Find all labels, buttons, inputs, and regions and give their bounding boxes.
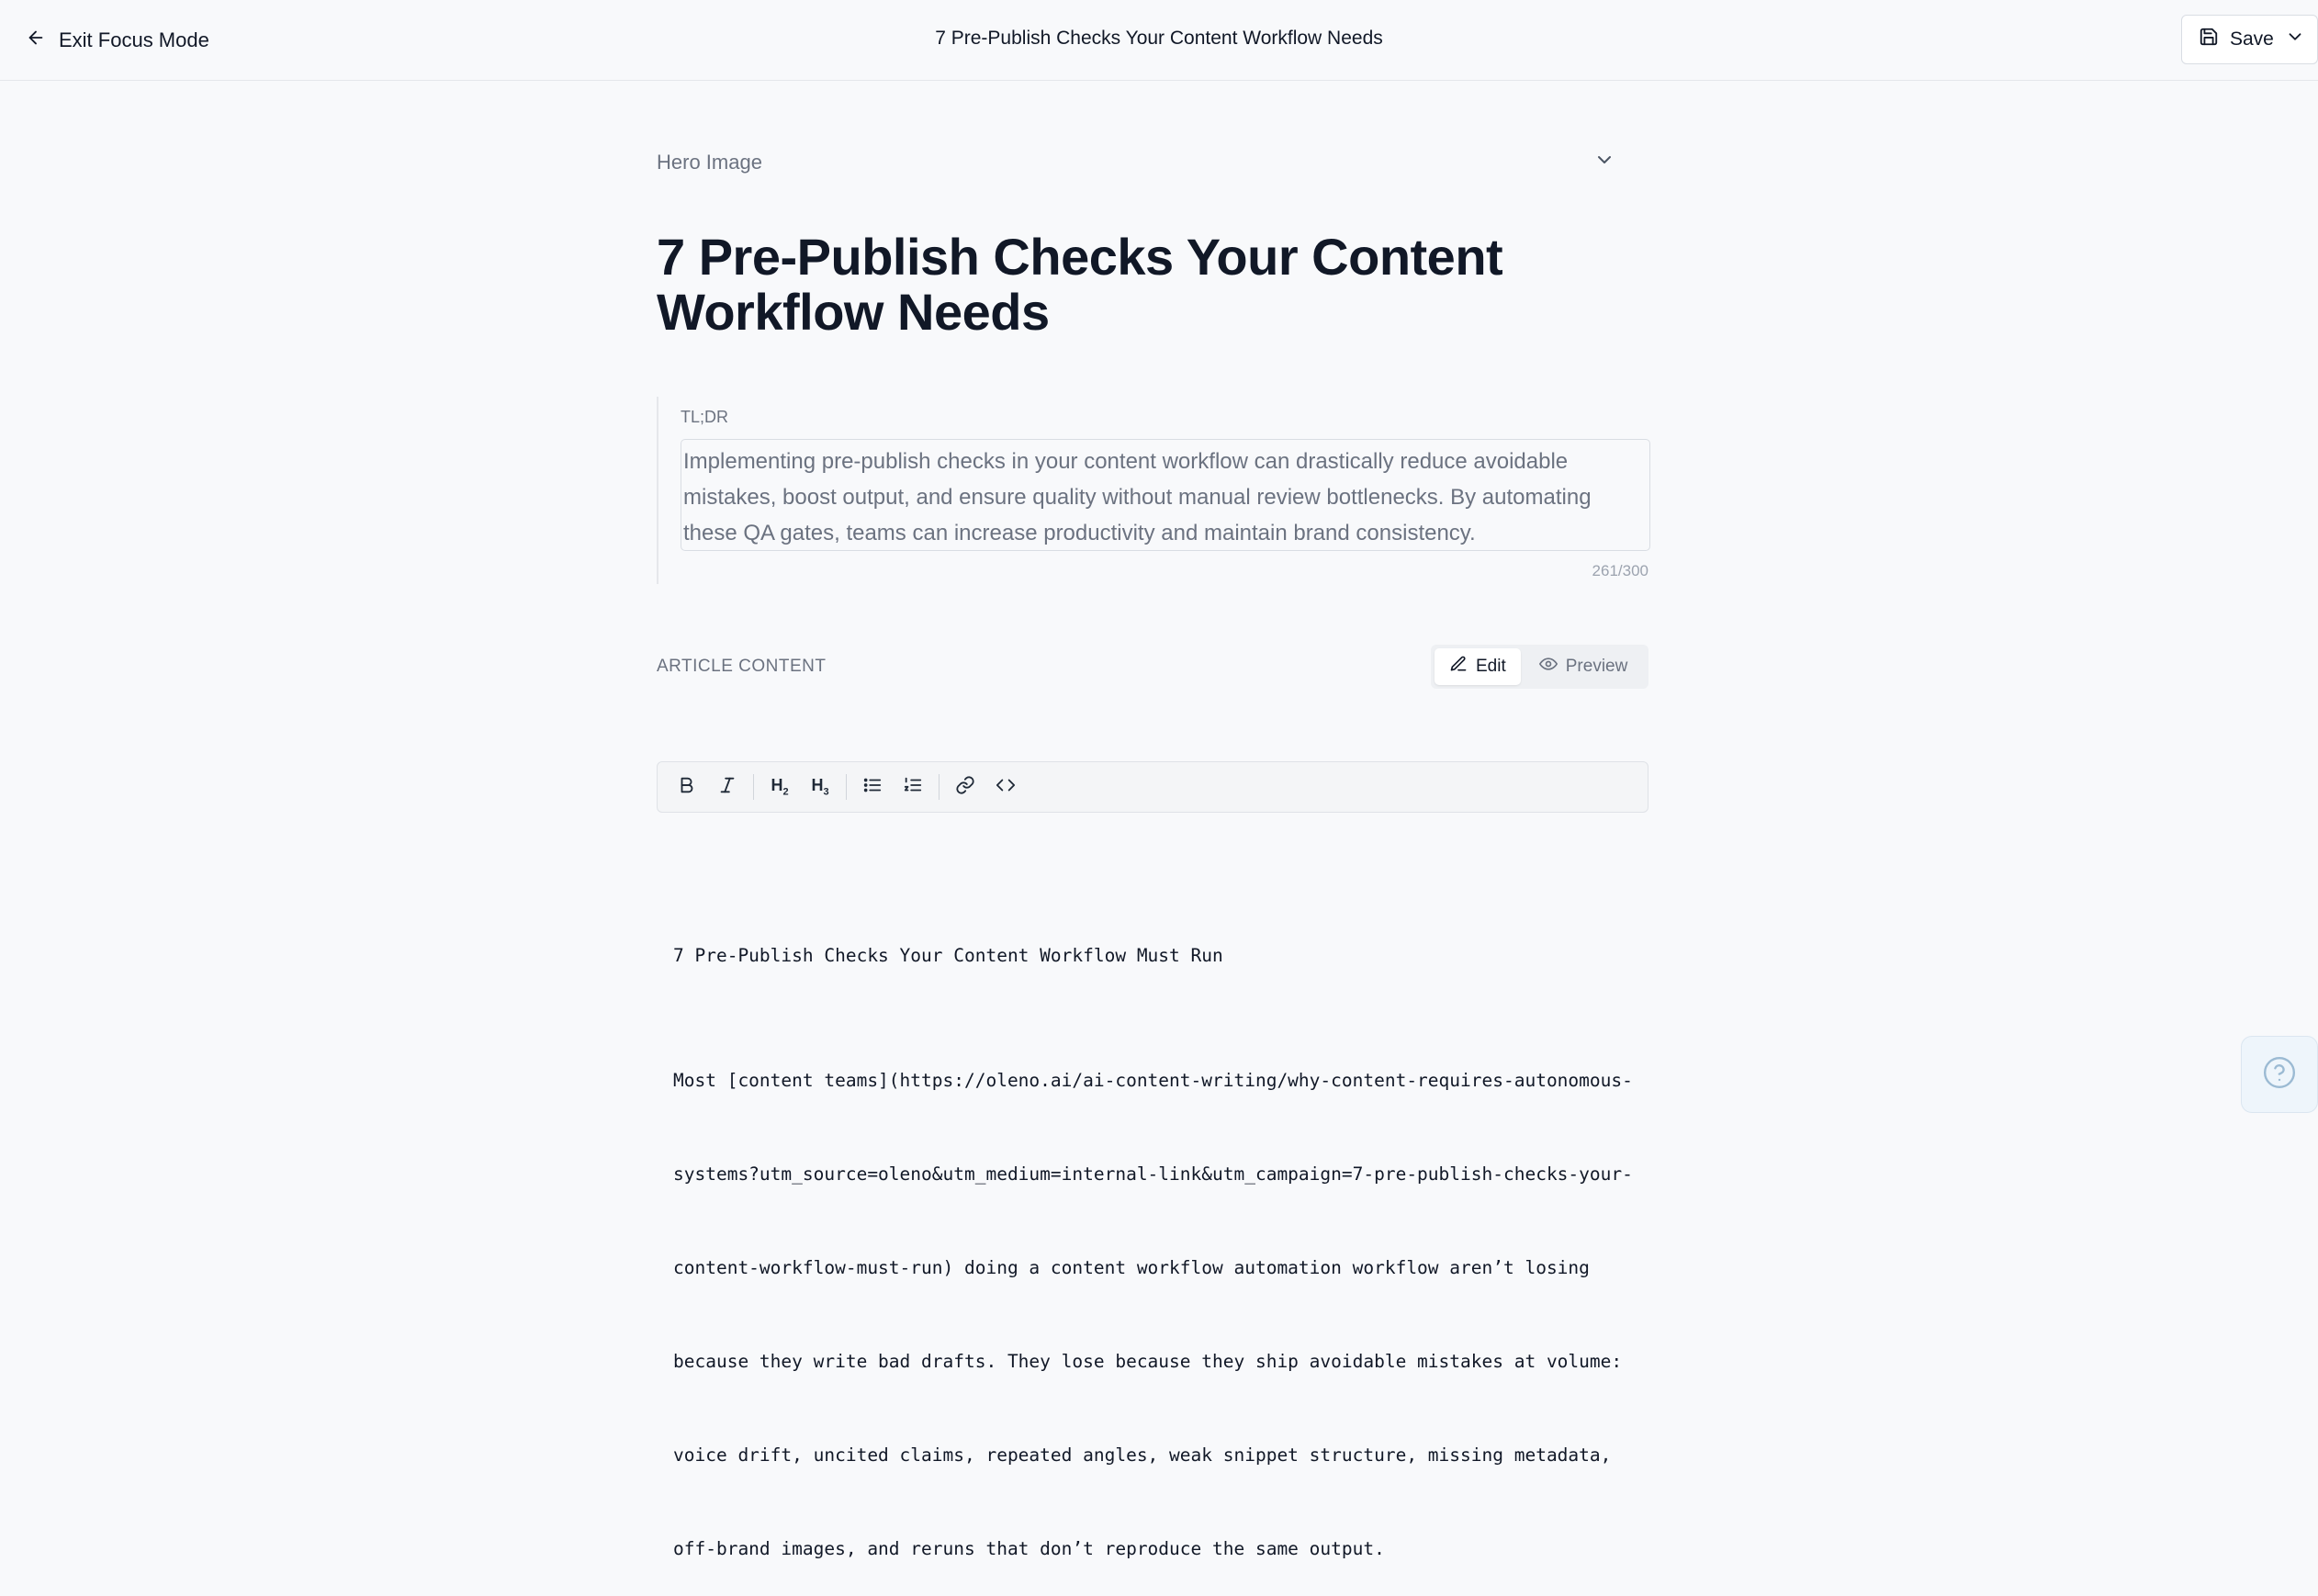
editor-text-line: voice drift, uncited claims, repeated an… bbox=[673, 1444, 1612, 1466]
code-button[interactable] bbox=[985, 769, 1026, 805]
heading-3-button[interactable]: H3 bbox=[800, 769, 840, 805]
italic-button[interactable] bbox=[707, 769, 748, 805]
italic-icon bbox=[717, 775, 737, 800]
floppy-disk-icon bbox=[2199, 27, 2219, 52]
help-button[interactable] bbox=[2241, 1036, 2318, 1113]
formatting-toolbar: H2 H3 bbox=[657, 761, 1648, 813]
edit-preview-toggle: Edit Preview bbox=[1431, 645, 1648, 689]
edit-label: Edit bbox=[1476, 657, 1506, 676]
preview-tab[interactable]: Preview bbox=[1525, 648, 1643, 685]
hero-image-label[interactable]: Hero Image bbox=[657, 151, 762, 174]
code-icon bbox=[996, 775, 1016, 800]
tldr-character-count: 261/300 bbox=[1592, 562, 1648, 579]
article-content-label: ARTICLE CONTENT bbox=[657, 657, 827, 676]
article-title[interactable]: 7 Pre-Publish Checks Your Content Workfl… bbox=[657, 230, 1575, 340]
bold-button[interactable] bbox=[667, 769, 707, 805]
heading-3-icon: H3 bbox=[811, 776, 829, 798]
bullet-list-icon bbox=[862, 775, 883, 800]
document-title: 7 Pre-Publish Checks Your Content Workfl… bbox=[935, 28, 1383, 49]
toolbar-divider bbox=[939, 774, 940, 800]
toolbar-divider bbox=[846, 774, 847, 800]
save-label: Save bbox=[2230, 28, 2274, 50]
editor-heading-line: 7 Pre-Publish Checks Your Content Workfl… bbox=[673, 945, 1223, 966]
pencil-icon bbox=[1449, 655, 1468, 679]
editor-text-line: systems?utm_source=oleno&utm_medium=inte… bbox=[673, 1163, 1633, 1185]
markdown-editor[interactable]: 7 Pre-Publish Checks Your Content Workfl… bbox=[673, 878, 1647, 1596]
ordered-list-button[interactable] bbox=[893, 769, 933, 805]
edit-tab[interactable]: Edit bbox=[1435, 648, 1521, 685]
heading-2-icon: H2 bbox=[771, 776, 789, 798]
preview-label: Preview bbox=[1565, 657, 1628, 676]
editor-text-line: because they write bad drafts. They lose… bbox=[673, 1351, 1623, 1372]
chevron-down-icon[interactable] bbox=[1593, 149, 1615, 171]
toolbar-divider bbox=[753, 774, 754, 800]
heading-2-button[interactable]: H2 bbox=[760, 769, 800, 805]
chevron-down-icon[interactable] bbox=[2285, 27, 2305, 52]
link-button[interactable] bbox=[945, 769, 985, 805]
ordered-list-icon bbox=[903, 775, 923, 800]
bold-icon bbox=[677, 775, 697, 800]
tldr-section: TL;DR Implementing pre-publish checks in… bbox=[657, 397, 1650, 584]
tldr-label: TL;DR bbox=[681, 408, 729, 426]
editor-text-line: Most [content teams](https://oleno.ai/ai… bbox=[673, 1070, 1633, 1091]
editor-text-line: content-workflow-must-run) doing a conte… bbox=[673, 1257, 1590, 1278]
bullet-list-button[interactable] bbox=[852, 769, 893, 805]
save-button[interactable]: Save bbox=[2181, 15, 2318, 64]
eye-icon bbox=[1538, 655, 1558, 679]
question-mark-icon bbox=[2262, 1055, 2297, 1095]
editor-text-line: off-brand images, and reruns that don’t … bbox=[673, 1538, 1385, 1559]
link-icon bbox=[955, 775, 975, 800]
top-bar: Exit Focus Mode 7 Pre-Publish Checks You… bbox=[0, 0, 2318, 81]
tldr-textarea[interactable]: Implementing pre-publish checks in your … bbox=[681, 439, 1650, 551]
